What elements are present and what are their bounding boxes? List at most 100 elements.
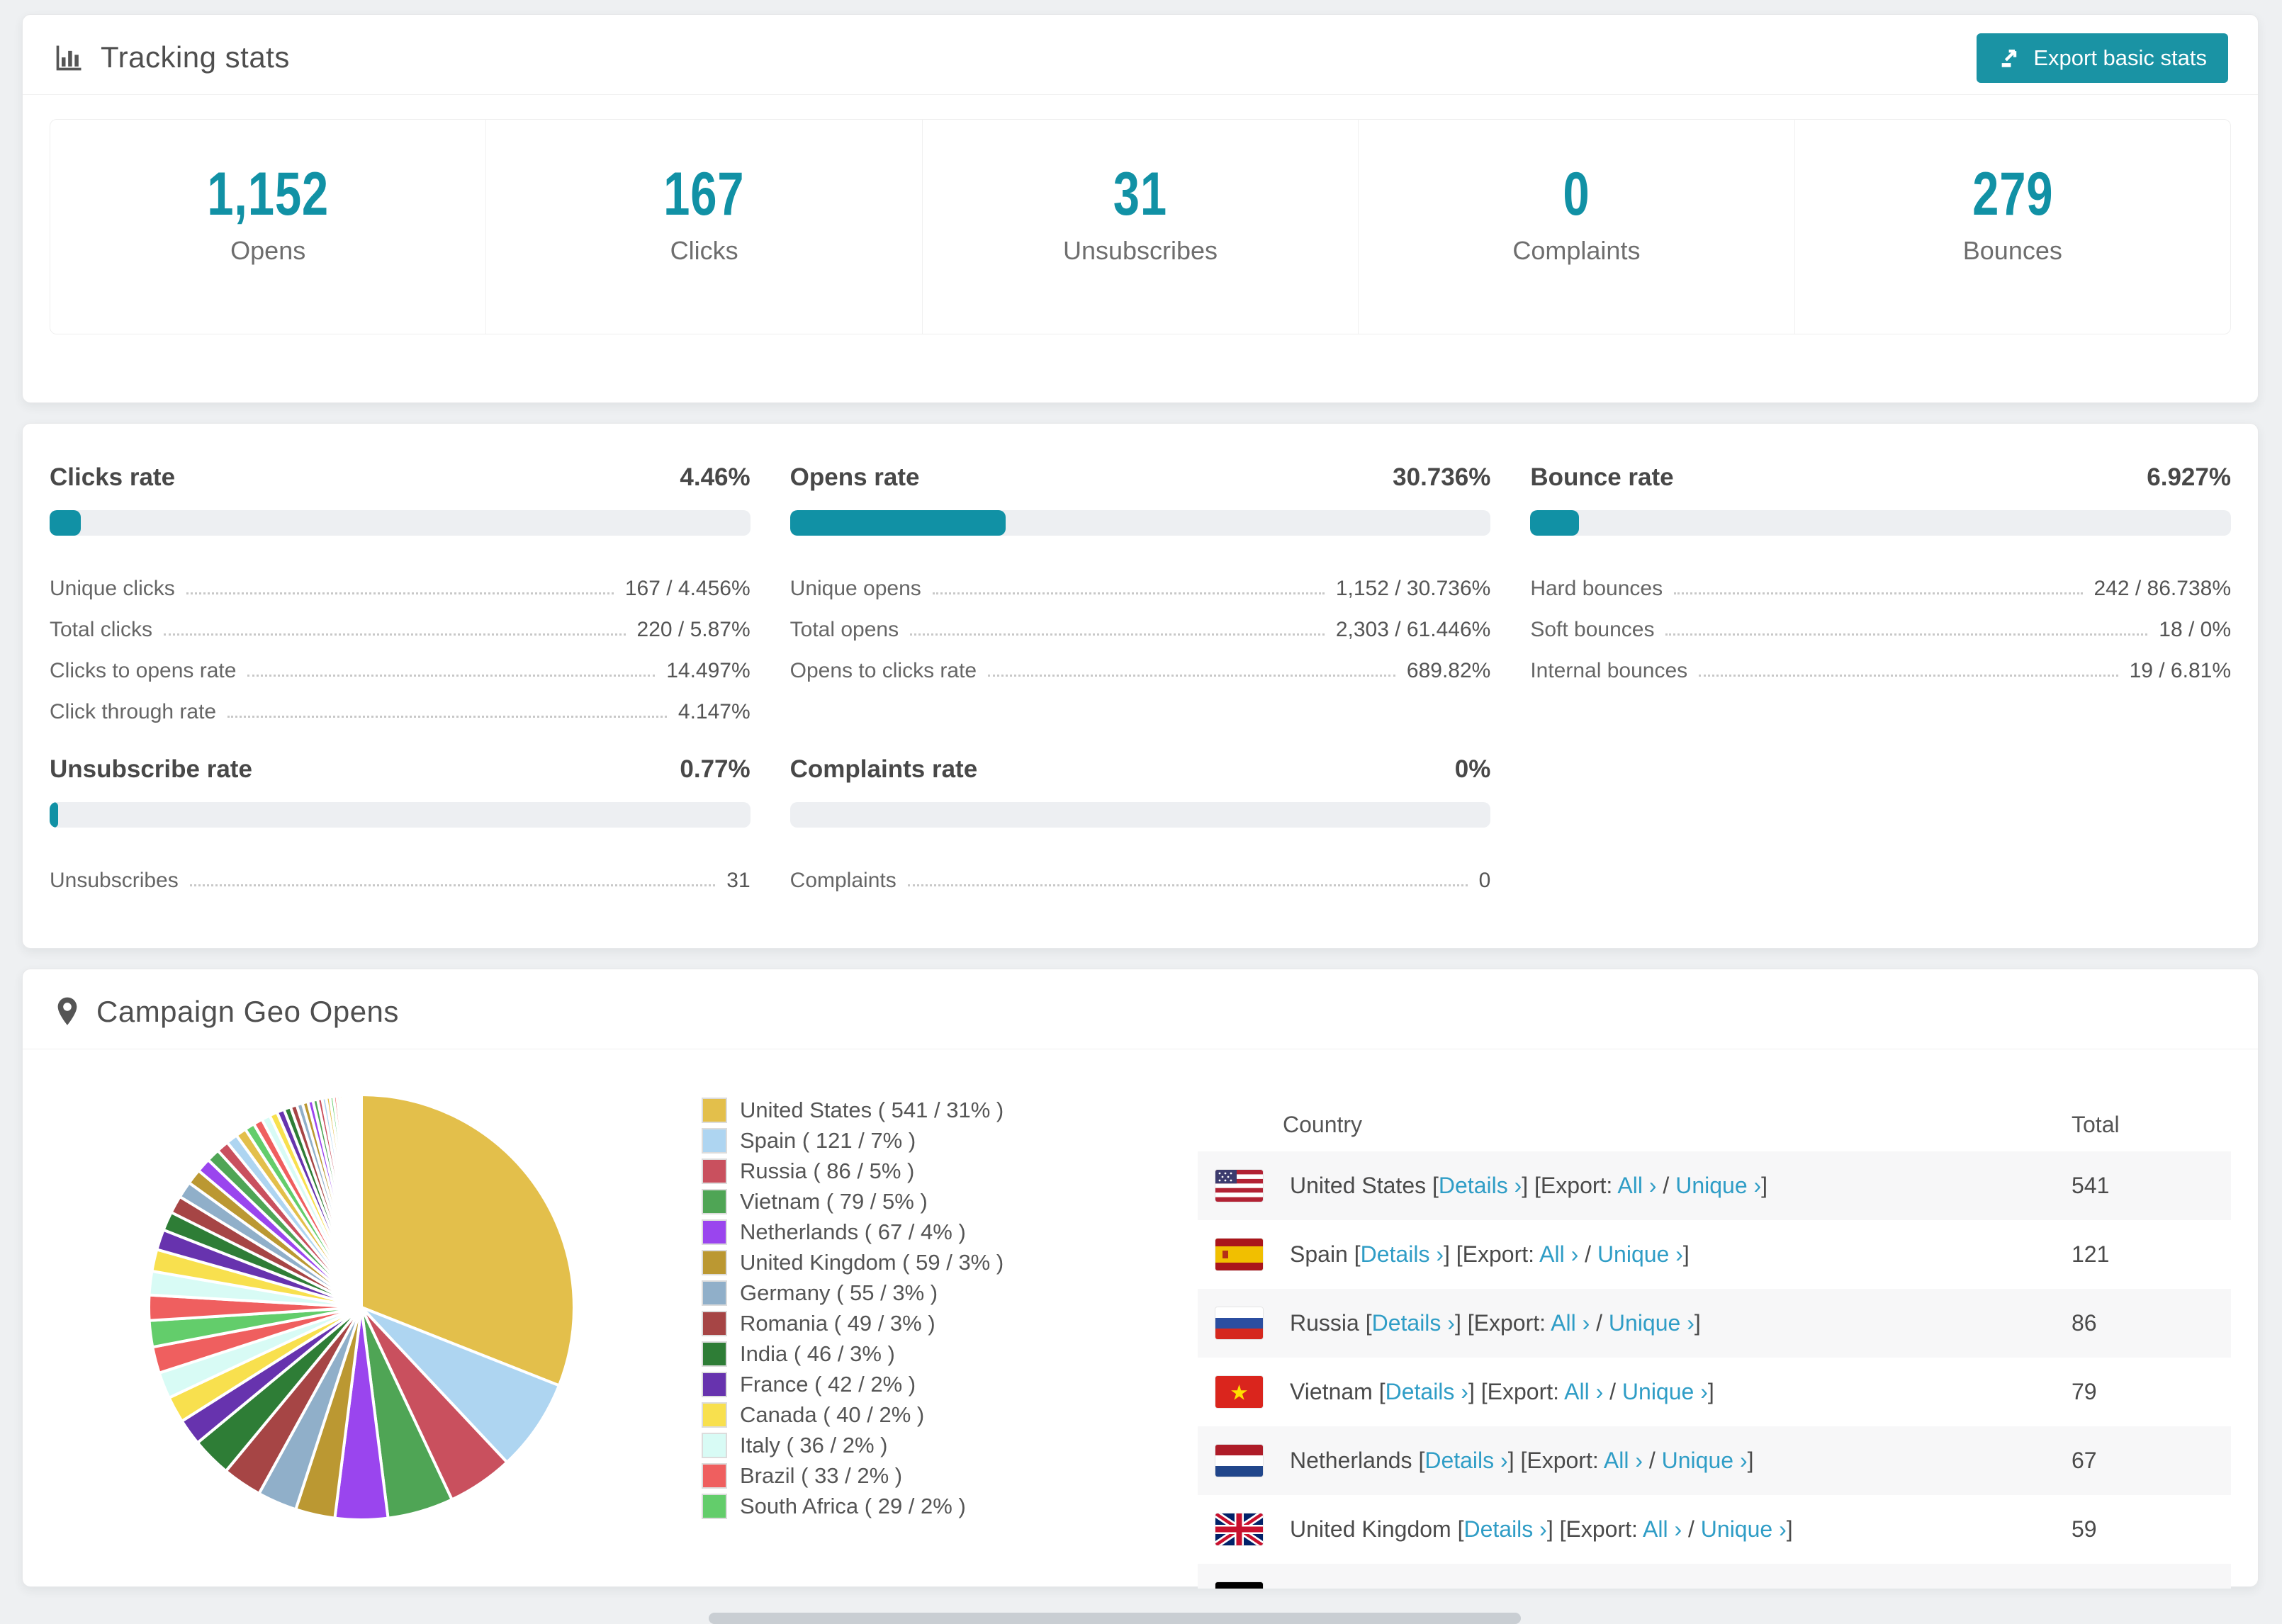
details-link[interactable]: Details › — [1424, 1448, 1507, 1473]
export-unique-link[interactable]: Unique › — [1701, 1516, 1787, 1542]
rate-detail-row: Click through rate 4.147% — [50, 700, 751, 723]
country-cell: Vietnam [Details ›] [Export: All › / Uni… — [1290, 1379, 1714, 1404]
progress-bar — [1530, 510, 2231, 536]
export-unique-link[interactable]: Unique › — [1597, 1241, 1683, 1267]
horizontal-scrollbar-thumb[interactable] — [709, 1613, 1521, 1624]
rate-detail-row: Internal bounces 19 / 6.81% — [1530, 659, 2231, 682]
export-all-link[interactable]: All › — [1617, 1173, 1656, 1198]
legend-swatch — [702, 1158, 727, 1184]
legend-swatch — [702, 1097, 727, 1123]
rate-title: Complaints rate — [789, 755, 978, 783]
rate-detail-row: Unique clicks 167 / 4.456% — [50, 577, 751, 600]
legend-label: Canada ( 40 / 2% ) — [740, 1402, 925, 1427]
total-cell: 86 — [2072, 1310, 2097, 1336]
pie-chart-svg — [147, 1093, 575, 1521]
stat-label: Clicks — [670, 236, 738, 265]
legend-label: South Africa ( 29 / 2% ) — [740, 1493, 966, 1518]
export-all-link[interactable]: All › — [1539, 1241, 1578, 1267]
rate-value: 0.77% — [680, 755, 751, 783]
details-link[interactable]: Details › — [1386, 1379, 1468, 1404]
export-all-link[interactable]: All › — [1551, 1310, 1590, 1336]
legend-item: France ( 42 / 2% ) — [702, 1369, 1198, 1399]
stat-box-clicks: 167 Clicks — [486, 120, 923, 334]
export-all-link[interactable]: All › — [1575, 1585, 1614, 1589]
rate-detail-row: Total clicks 220 / 5.87% — [50, 618, 751, 641]
details-link[interactable]: Details › — [1463, 1516, 1546, 1542]
legend-label: India ( 46 / 3% ) — [740, 1341, 895, 1366]
rate-title: Bounce rate — [1530, 463, 1674, 491]
stat-value: 1,152 — [207, 160, 330, 228]
export-all-link[interactable]: All › — [1643, 1516, 1682, 1542]
tracking-stats-card: Tracking stats Export basic stats 1,152 O… — [22, 14, 2259, 403]
export-all-link[interactable]: All › — [1564, 1379, 1603, 1404]
stat-box-complaints: 0 Complaints — [1359, 120, 1795, 334]
legend-swatch — [702, 1249, 727, 1275]
legend-swatch — [702, 1188, 727, 1214]
legend-item: United Kingdom ( 59 / 3% ) — [702, 1247, 1198, 1278]
total-cell: 541 — [2072, 1173, 2110, 1198]
rate-detail-row: Opens to clicks rate 689.82% — [789, 659, 1491, 682]
legend-item: Brazil ( 33 / 2% ) — [702, 1460, 1198, 1491]
tracking-stats-title-text: Tracking stats — [101, 40, 290, 74]
legend-label: United States ( 541 / 31% ) — [740, 1097, 1004, 1122]
legend-item: Romania ( 49 / 3% ) — [702, 1308, 1198, 1338]
legend-swatch — [702, 1371, 727, 1397]
geo-opens-title: Campaign Geo Opens — [54, 993, 2227, 1030]
legend-swatch — [702, 1219, 727, 1245]
legend-item: Italy ( 36 / 2% ) — [702, 1430, 1198, 1460]
rate-section-clicks-rate: Clicks rate 4.46% Unique clicks 167 / 4.456… — [50, 461, 751, 724]
progress-bar — [789, 510, 1491, 536]
export-unique-link[interactable]: Unique › — [1609, 1310, 1694, 1336]
tracking-stats-header: Tracking stats Export basic stats — [23, 15, 2258, 95]
export-unique-link[interactable]: Unique › — [1622, 1379, 1708, 1404]
legend-item: Netherlands ( 67 / 4% ) — [702, 1217, 1198, 1247]
export-unique-link[interactable]: Unique › — [1675, 1173, 1761, 1198]
export-unique-link[interactable]: Unique › — [1662, 1448, 1748, 1473]
rate-value: 4.46% — [680, 463, 751, 491]
stat-box-bounces: 279 Bounces — [1795, 120, 2230, 334]
geo-table-header: Country Total — [1198, 1098, 2231, 1151]
geo-table-row: United Kingdom [Details ›] [Export: All … — [1198, 1495, 2231, 1564]
details-link[interactable]: Details › — [1395, 1585, 1478, 1589]
flag-vn-icon — [1215, 1376, 1263, 1408]
legend-swatch — [702, 1127, 727, 1154]
flag-nl-icon — [1215, 1445, 1263, 1477]
legend-swatch — [702, 1280, 727, 1306]
rates-grid: Clicks rate 4.46% Unique clicks 167 / 4.456… — [23, 424, 2258, 948]
stat-value: 279 — [1972, 160, 2053, 228]
geo-opens-title-text: Campaign Geo Opens — [96, 995, 399, 1028]
geo-opens-body: United States ( 541 / 31% ) Spain ( 121 /… — [23, 1049, 2258, 1589]
details-link[interactable]: Details › — [1372, 1310, 1455, 1336]
rate-title: Clicks rate — [50, 463, 176, 491]
legend-item: Germany ( 55 / 3% ) — [702, 1278, 1198, 1308]
geo-table-row: Vietnam [Details ›] [Export: All › / Uni… — [1198, 1358, 2231, 1426]
bar-chart-icon — [56, 45, 82, 71]
details-link[interactable]: Details › — [1439, 1173, 1522, 1198]
rate-detail-row: Clicks to opens rate 14.497% — [50, 659, 751, 682]
export-basic-stats-button[interactable]: Export basic stats — [1977, 33, 2228, 83]
geo-table-row: Germany [Details ›] [Export: All › / Uni… — [1198, 1564, 2231, 1589]
legend-item: Canada ( 40 / 2% ) — [702, 1399, 1198, 1430]
export-unique-link[interactable]: Unique › — [1633, 1585, 1719, 1589]
export-all-link[interactable]: All › — [1604, 1448, 1643, 1473]
export-button-label: Export basic stats — [2033, 45, 2207, 70]
geo-table-row: Russia [Details ›] [Export: All › / Uniq… — [1198, 1289, 2231, 1358]
geo-pie-chart — [50, 1066, 673, 1589]
stat-label: Opens — [230, 236, 306, 265]
details-link[interactable]: Details › — [1361, 1241, 1444, 1267]
stat-label: Bounces — [1962, 236, 2062, 265]
geo-table: Country Total United States [Details ›] … — [1198, 1098, 2231, 1589]
country-cell: Netherlands [Details ›] [Export: All › /… — [1290, 1448, 1754, 1473]
legend-label: Russia ( 86 / 5% ) — [740, 1158, 915, 1183]
stat-label: Unsubscribes — [1062, 236, 1218, 265]
rate-detail-row: Unique opens 1,152 / 30.736% — [789, 577, 1491, 600]
rate-detail-row: Hard bounces 242 / 86.738% — [1530, 577, 2231, 600]
stat-value: 31 — [1113, 160, 1168, 228]
geo-table-row: Netherlands [Details ›] [Export: All › /… — [1198, 1426, 2231, 1495]
rates-card: Clicks rate 4.46% Unique clicks 167 / 4.456… — [22, 423, 2259, 949]
flag-ru-icon — [1215, 1307, 1263, 1339]
legend-label: United Kingdom ( 59 / 3% ) — [740, 1249, 1004, 1275]
total-cell: 121 — [2072, 1241, 2110, 1267]
geo-table-row: United States [Details ›] [Export: All ›… — [1198, 1151, 2231, 1220]
total-cell: 59 — [2072, 1516, 2097, 1542]
